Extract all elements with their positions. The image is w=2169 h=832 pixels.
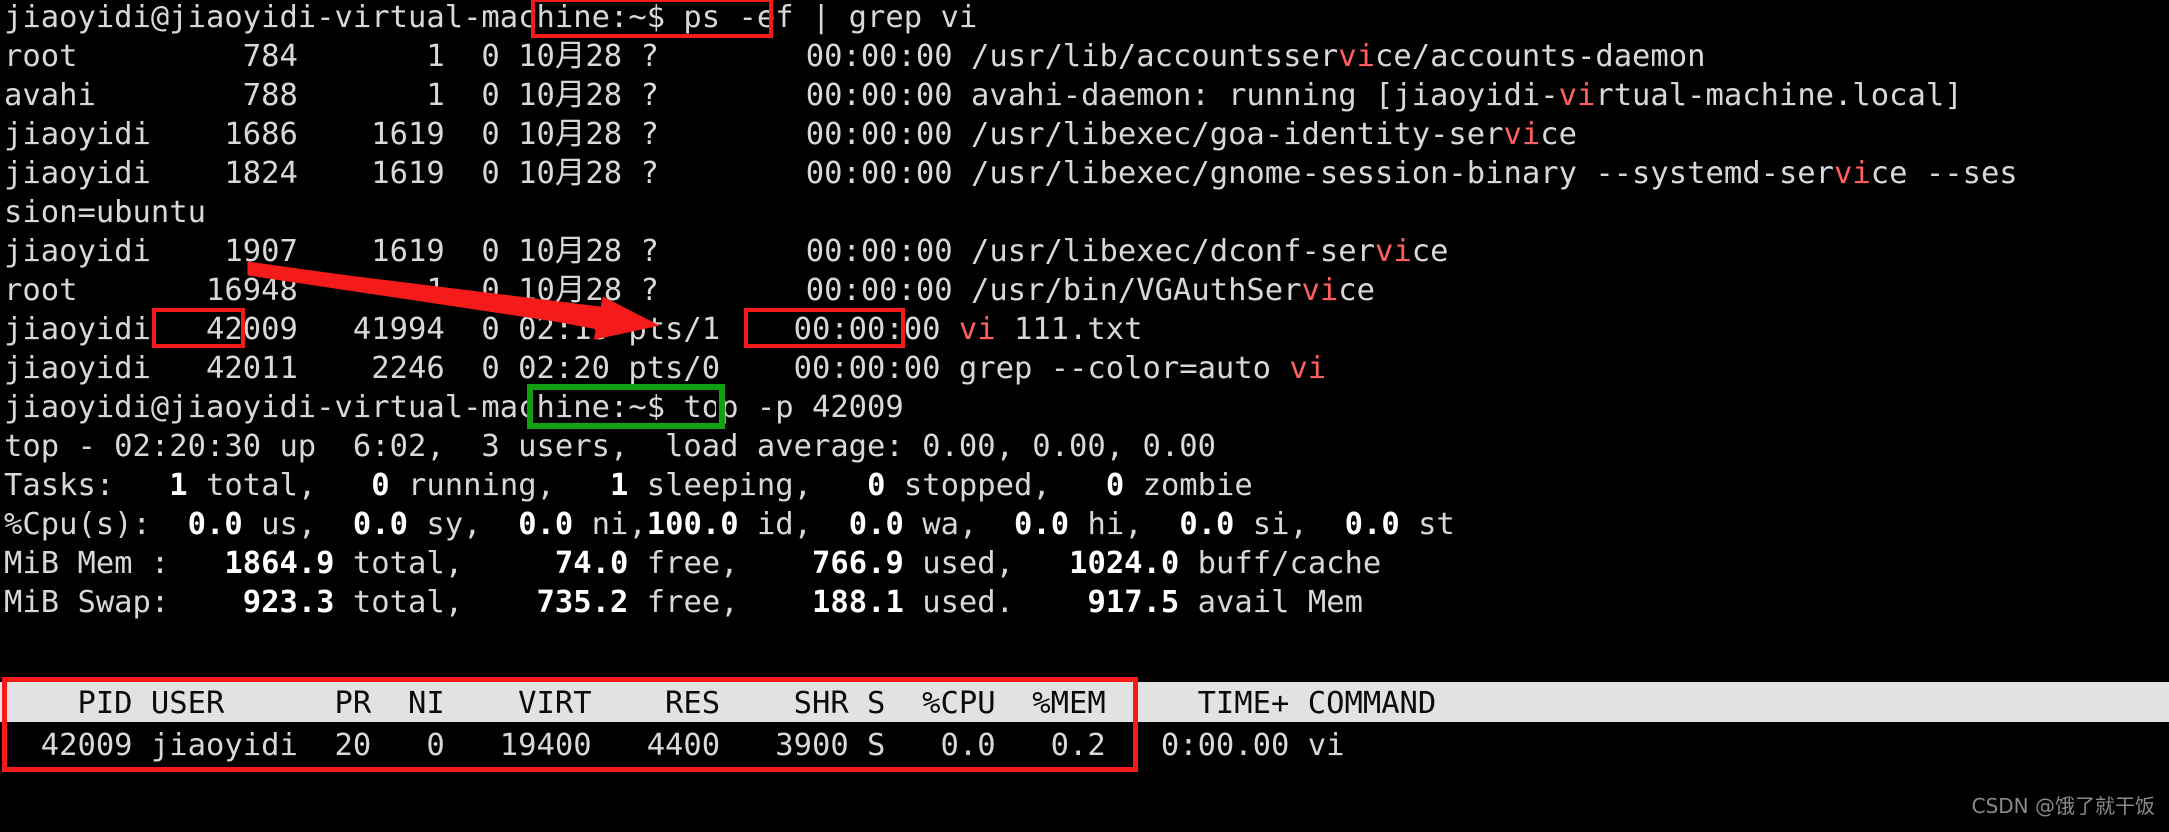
- grep-highlight: vi: [1289, 351, 1327, 386]
- terminal-window[interactable]: jiaoyidi@jiaoyidi-virtual-machine:~$ ps …: [0, 0, 2169, 832]
- ps-output-row-jiaoyidi-1907: jiaoyidi 1907 1619 0 10月28 ? 00:00:00 /u…: [4, 234, 1449, 269]
- grep-highlight: vi: [1558, 78, 1596, 113]
- ps-output-row-root-16948: root 16948 1 0 10月28 ? 00:00:00 /usr/bin…: [4, 273, 1375, 308]
- grep-highlight: vi: [1338, 39, 1375, 74]
- top-swap-line: MiB Swap: 923.3 total, 735.2 free, 188.1…: [4, 585, 1363, 620]
- ps-output-row-jiaoyidi-1824-wrap: sion=ubuntu: [4, 195, 206, 230]
- grep-highlight: vi: [1503, 117, 1541, 152]
- top-command-text: top -p 42009: [683, 390, 904, 425]
- ps-output-row-jiaoyidi-1824: jiaoyidi 1824 1619 0 10月28 ? 00:00:00 /u…: [4, 156, 2018, 191]
- shell-prompt: jiaoyidi@jiaoyidi-virtual-machine:~$: [4, 390, 684, 425]
- top-mem-line: MiB Mem : 1864.9 total, 74.0 free, 766.9…: [4, 546, 1382, 581]
- top-tasks-line: Tasks: 1 total, 0 running, 1 sleeping, 0…: [4, 468, 1253, 503]
- top-table-header-row: PID USER PR NI VIRT RES SHR S %CPU %MEM …: [4, 686, 1437, 721]
- shell-prompt: jiaoyidi@jiaoyidi-virtual-machine:~$: [4, 0, 684, 35]
- grep-highlight: vi: [958, 312, 996, 347]
- grep-highlight: vi: [1301, 273, 1339, 308]
- ps-command-text: ps -ef | grep vi: [683, 0, 978, 35]
- top-uptime-line: top - 02:20:30 up 6:02, 3 users, load av…: [4, 429, 1216, 464]
- ps-output-row-jiaoyidi-42011: jiaoyidi 42011 2246 0 02:20 pts/0 00:00:…: [4, 351, 1327, 386]
- top-table-row: 42009 jiaoyidi 20 0 19400 4400 3900 S 0.…: [4, 728, 1345, 763]
- top-cpu-line: %Cpu(s): 0.0 us, 0.0 sy, 0.0 ni,100.0 id…: [4, 507, 1455, 542]
- terminal-line-prompt-ps: jiaoyidi@jiaoyidi-virtual-machine:~$ ps …: [4, 0, 977, 38]
- ps-output-row-jiaoyidi-1686: jiaoyidi 1686 1619 0 10月28 ? 00:00:00 /u…: [4, 117, 1577, 152]
- ps-output-row-jiaoyidi-42009: jiaoyidi 42009 41994 0 02:19 pts/1 00:00…: [4, 312, 1143, 347]
- grep-highlight: vi: [1834, 156, 1871, 191]
- grep-highlight: vi: [1374, 234, 1412, 269]
- watermark: CSDN @饿了就干饭: [1971, 793, 2155, 818]
- ps-output-row-avahi-788: avahi 788 1 0 10月28 ? 00:00:00 avahi-dae…: [4, 78, 1963, 113]
- ps-output-row-root-784: root 784 1 0 10月28 ? 00:00:00 /usr/lib/a…: [4, 39, 1706, 74]
- terminal-line-prompt-top: jiaoyidi@jiaoyidi-virtual-machine:~$ top…: [4, 388, 904, 428]
